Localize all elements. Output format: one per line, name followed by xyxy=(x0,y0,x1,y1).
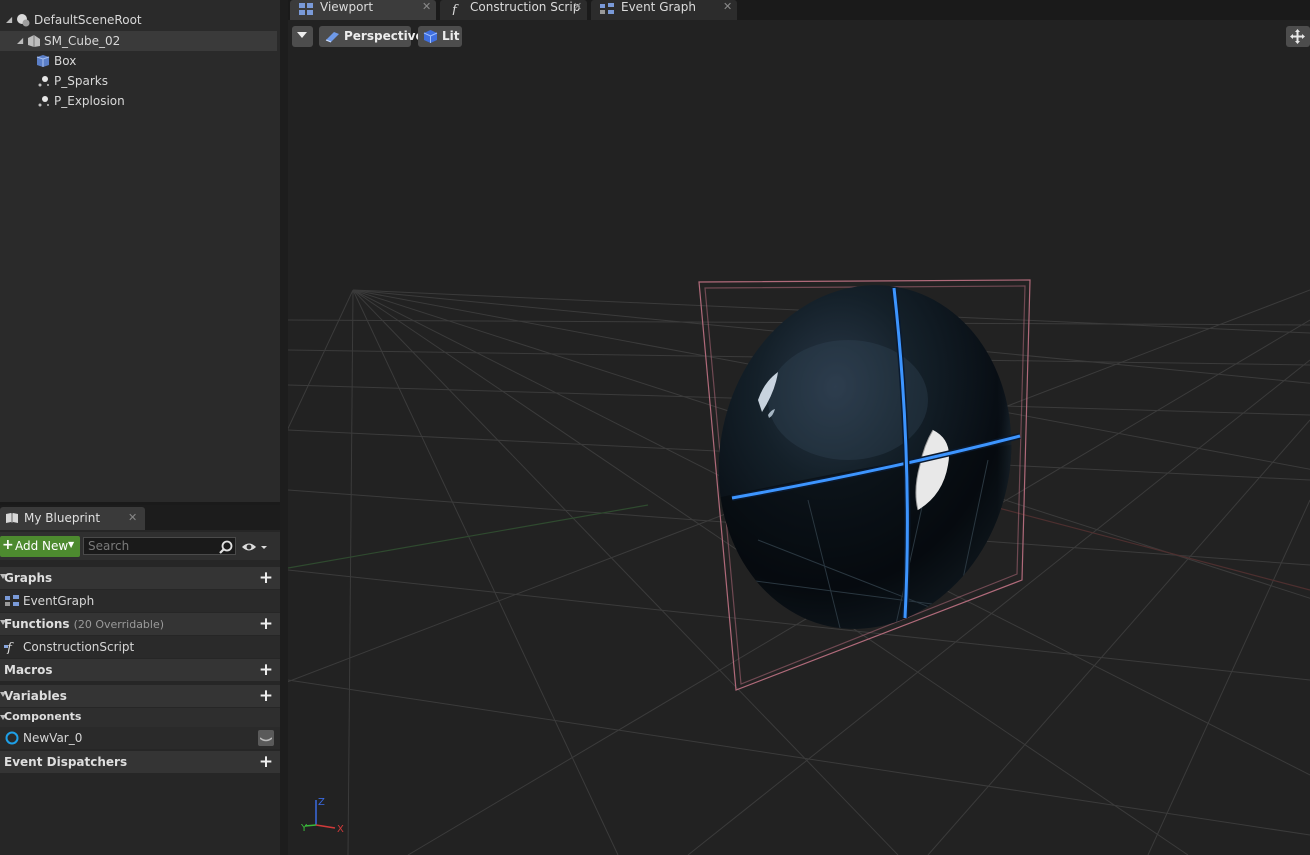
scene-component-icon xyxy=(17,14,30,27)
list-item-event-graph[interactable]: EventGraph xyxy=(0,590,280,612)
visibility-toggle[interactable] xyxy=(258,730,274,746)
add-new-label: Add New xyxy=(15,539,69,553)
tab-label: My Blueprint xyxy=(24,511,101,525)
category-functions[interactable]: Functions (20 Overridable) + xyxy=(0,613,280,635)
lighting-mode-label: Lit xyxy=(442,29,460,43)
static-mesh-icon xyxy=(28,35,40,47)
book-icon xyxy=(6,513,18,523)
function-icon: f xyxy=(4,641,14,654)
add-graph-button[interactable]: + xyxy=(258,570,274,587)
graph-icon xyxy=(600,3,614,14)
category-event-dispatchers[interactable]: Event Dispatchers + xyxy=(0,751,280,773)
view-mode-label: Perspective xyxy=(344,29,424,43)
tree-item-label: P_Explosion xyxy=(54,94,125,108)
components-tree: ◢ DefaultSceneRoot ◢ SM_Cube_02 Box P_Sp… xyxy=(0,0,280,502)
search-icon[interactable] xyxy=(219,540,233,554)
add-event-dispatcher-button[interactable]: + xyxy=(258,754,274,771)
my-blueprint-tabbar: My Blueprint ✕ xyxy=(0,505,280,530)
tab-event-graph[interactable]: Event Graph ✕ xyxy=(591,0,737,20)
perspective-button[interactable]: Perspective xyxy=(319,26,424,47)
expand-arrow-icon[interactable]: ◢ xyxy=(17,31,27,51)
close-icon[interactable]: ✕ xyxy=(573,0,582,13)
item-label: ConstructionScript xyxy=(23,640,135,654)
eye-icon[interactable] xyxy=(241,541,267,553)
tree-item-label: SM_Cube_02 xyxy=(44,34,121,48)
document-tabbar: Viewport ✕ f Construction Scrip ✕ Event … xyxy=(288,0,1310,20)
functions-title: Functions xyxy=(4,617,70,631)
viewport-icon xyxy=(299,3,313,15)
expand-arrow-icon[interactable]: ◢ xyxy=(6,10,16,30)
viewport-scene[interactable]: Z X Y xyxy=(288,20,1310,855)
sphere-mesh xyxy=(708,280,1043,657)
add-macro-button[interactable]: + xyxy=(258,662,274,679)
chevron-down-icon xyxy=(297,32,307,38)
tree-item-sm-cube[interactable]: ◢ SM_Cube_02 xyxy=(0,31,277,51)
tab-construction-script[interactable]: f Construction Scrip ✕ xyxy=(440,0,587,20)
category-label: Macros xyxy=(4,663,53,677)
tree-item-box[interactable]: Box xyxy=(0,51,277,71)
category-label: Variables xyxy=(4,689,67,703)
viewport[interactable]: Z X Y Perspective Lit xyxy=(288,20,1310,855)
category-variables[interactable]: Variables + xyxy=(0,685,280,707)
category-label: Graphs xyxy=(4,571,53,585)
lit-cube-icon xyxy=(423,30,438,43)
list-item-construction-script[interactable]: f ConstructionScript xyxy=(0,636,280,658)
viewport-options-button[interactable] xyxy=(292,26,313,47)
tree-item-p-explosion[interactable]: P_Explosion xyxy=(0,91,277,111)
particle-system-icon xyxy=(38,76,49,87)
axis-z-label: Z xyxy=(318,797,325,808)
tab-label: Viewport xyxy=(320,0,374,14)
tab-my-blueprint[interactable]: My Blueprint ✕ xyxy=(0,507,145,530)
item-label: EventGraph xyxy=(23,594,95,608)
function-icon: f xyxy=(451,3,459,15)
left-column: ◢ DefaultSceneRoot ◢ SM_Cube_02 Box P_Sp… xyxy=(0,0,280,855)
axis-x-label: X xyxy=(337,824,344,835)
chevron-down-icon: ▼ xyxy=(68,540,75,549)
close-icon[interactable]: ✕ xyxy=(723,0,732,13)
close-icon[interactable]: ✕ xyxy=(128,511,137,524)
perspective-icon xyxy=(325,32,339,43)
tree-item-label: Box xyxy=(54,54,77,68)
transform-toolbar-button[interactable] xyxy=(1286,26,1310,47)
close-icon[interactable]: ✕ xyxy=(422,0,431,13)
world-y-axis-line xyxy=(288,504,649,569)
lit-mode-button[interactable]: Lit xyxy=(418,26,462,47)
vertical-splitter[interactable] xyxy=(280,0,288,855)
event-graph-icon xyxy=(5,595,19,606)
add-new-button[interactable]: + Add New ▼ xyxy=(0,536,80,557)
axis-y-label: Y xyxy=(300,823,308,834)
add-function-button[interactable]: + xyxy=(258,616,274,633)
tab-label: Construction Scrip xyxy=(470,0,581,14)
category-components[interactable]: Components xyxy=(0,708,280,727)
category-label: Event Dispatchers xyxy=(4,755,128,769)
move-arrows-icon xyxy=(1290,29,1305,44)
tree-item-p-sparks[interactable]: P_Sparks xyxy=(0,71,277,91)
plus-icon: + xyxy=(2,537,14,553)
variable-pin-icon xyxy=(5,731,19,745)
search-input[interactable] xyxy=(83,537,236,555)
tab-viewport[interactable]: Viewport ✕ xyxy=(290,0,436,20)
my-blueprint-toolbar: + Add New ▼ xyxy=(0,532,280,560)
add-variable-button[interactable]: + xyxy=(258,688,274,705)
tab-label: Event Graph xyxy=(621,0,696,14)
svg-text:f: f xyxy=(451,3,459,15)
tree-item-label: DefaultSceneRoot xyxy=(34,13,142,27)
tree-item-default-scene-root[interactable]: ◢ DefaultSceneRoot xyxy=(0,10,277,30)
category-label: Components xyxy=(4,710,82,723)
tree-item-label: P_Sparks xyxy=(54,74,108,88)
box-collision-icon xyxy=(36,55,50,67)
particle-system-icon xyxy=(38,96,49,107)
category-label: Functions (20 Overridable) xyxy=(4,617,164,631)
category-graphs[interactable]: Graphs + xyxy=(0,567,280,589)
item-label: NewVar_0 xyxy=(23,731,83,745)
world-x-axis-line xyxy=(967,499,1310,591)
list-item-new-var[interactable]: NewVar_0 xyxy=(0,727,280,749)
functions-overridable-count: (20 Overridable) xyxy=(73,618,165,631)
my-blueprint-panel: My Blueprint ✕ + Add New ▼ Graphs + xyxy=(0,505,280,855)
category-macros[interactable]: Macros + xyxy=(0,659,280,681)
closed-eye-icon xyxy=(260,737,272,742)
